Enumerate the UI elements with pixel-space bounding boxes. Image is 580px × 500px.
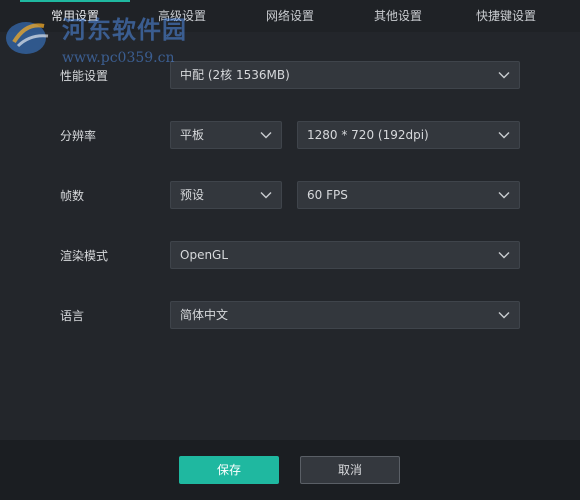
fps-row: 帧数 预设 60 FPS bbox=[0, 181, 580, 211]
resolution-label: 分辨率 bbox=[60, 129, 97, 143]
chevron-down-icon bbox=[260, 132, 272, 139]
tab-bar: 常用设置 高级设置 网络设置 其他设置 快捷键设置 bbox=[0, 0, 580, 32]
tab-general-settings[interactable]: 常用设置 bbox=[20, 0, 130, 32]
chevron-down-icon bbox=[498, 192, 510, 199]
tab-advanced-settings[interactable]: 高级设置 bbox=[130, 0, 234, 32]
fps-preset-value: 预设 bbox=[180, 188, 205, 202]
tab-network-settings[interactable]: 网络设置 bbox=[236, 0, 344, 32]
fps-value: 60 FPS bbox=[307, 188, 348, 202]
chevron-down-icon bbox=[498, 72, 510, 79]
resolution-row: 分辨率 平板 1280 * 720 (192dpi) bbox=[0, 121, 580, 151]
performance-label: 性能设置 bbox=[60, 69, 109, 83]
resolution-select[interactable]: 1280 * 720 (192dpi) bbox=[297, 121, 520, 149]
cancel-button[interactable]: 取消 bbox=[300, 456, 400, 484]
render-mode-row: 渲染模式 OpenGL bbox=[0, 241, 580, 271]
chevron-down-icon bbox=[498, 252, 510, 259]
resolution-preset-value: 平板 bbox=[180, 128, 205, 142]
fps-preset-select[interactable]: 预设 bbox=[170, 181, 282, 209]
language-value: 简体中文 bbox=[180, 308, 229, 322]
performance-select[interactable]: 中配 (2核 1536MB) bbox=[170, 61, 520, 89]
language-select[interactable]: 简体中文 bbox=[170, 301, 520, 329]
render-mode-value: OpenGL bbox=[180, 248, 229, 262]
chevron-down-icon bbox=[498, 312, 510, 319]
performance-row: 性能设置 中配 (2核 1536MB) bbox=[0, 61, 580, 91]
render-mode-label: 渲染模式 bbox=[60, 249, 109, 263]
chevron-down-icon bbox=[498, 132, 510, 139]
dialog-footer: 保存 取消 bbox=[0, 440, 580, 500]
performance-value: 中配 (2核 1536MB) bbox=[180, 68, 290, 82]
resolution-value: 1280 * 720 (192dpi) bbox=[307, 128, 429, 142]
fps-label: 帧数 bbox=[60, 189, 85, 203]
render-mode-select[interactable]: OpenGL bbox=[170, 241, 520, 269]
chevron-down-icon bbox=[260, 192, 272, 199]
fps-select[interactable]: 60 FPS bbox=[297, 181, 520, 209]
tab-other-settings[interactable]: 其他设置 bbox=[344, 0, 452, 32]
tab-shortcut-settings[interactable]: 快捷键设置 bbox=[444, 0, 568, 32]
language-row: 语言 简体中文 bbox=[0, 301, 580, 331]
resolution-preset-select[interactable]: 平板 bbox=[170, 121, 282, 149]
language-label: 语言 bbox=[60, 309, 85, 323]
save-button[interactable]: 保存 bbox=[179, 456, 279, 484]
